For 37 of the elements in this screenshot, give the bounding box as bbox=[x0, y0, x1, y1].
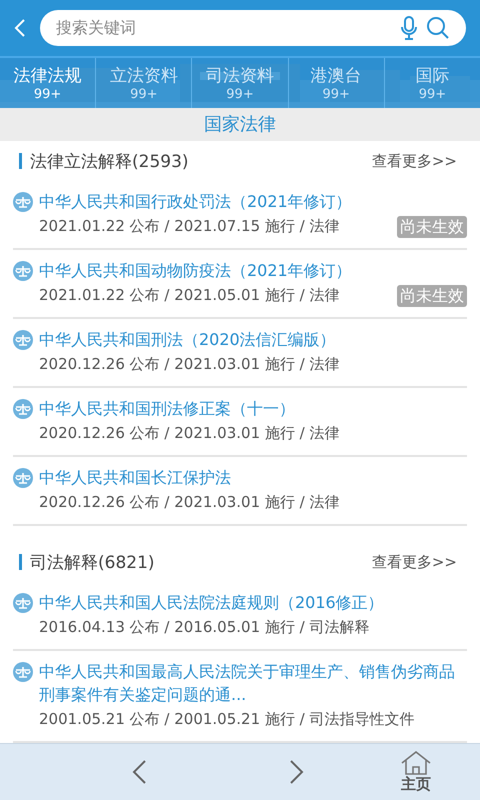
status-badge: 尚未生效 bbox=[397, 216, 467, 238]
scales-icon bbox=[13, 662, 33, 682]
scales-icon bbox=[13, 593, 33, 614]
scales-icon bbox=[13, 261, 33, 282]
search-icon[interactable] bbox=[426, 16, 450, 40]
law-title-link[interactable]: 中华人民共和国行政处罚法（2021年修订） bbox=[39, 190, 467, 214]
home-icon bbox=[400, 750, 432, 775]
law-title-link[interactable]: 中华人民共和国动物防疫法（2021年修订） bbox=[39, 259, 467, 282]
status-badge: 尚未生效 bbox=[397, 284, 467, 307]
law-meta: 2021.01.22 公布 / 2021.05.01 施行 / 法律 bbox=[39, 285, 340, 306]
law-meta: 2001.05.21 公布 / 2001.05.21 施行 / 司法指导性文件 bbox=[39, 709, 414, 730]
microphone-icon[interactable] bbox=[400, 14, 418, 41]
category-title: 国家法律 bbox=[204, 113, 276, 136]
scales-icon bbox=[13, 468, 33, 488]
law-meta: 2021.01.22 公布 / 2021.07.15 施行 / 法律 bbox=[39, 216, 340, 238]
law-title-link[interactable]: 中华人民共和国刑法修正案（十一） bbox=[39, 397, 467, 420]
category-tab[interactable]: 法律法规 99+ bbox=[0, 58, 96, 108]
see-more-link[interactable]: 查看更多>> bbox=[372, 552, 457, 572]
scales-icon bbox=[13, 330, 33, 350]
section-title: 法律立法解释(2593) bbox=[30, 150, 190, 173]
previous-icon[interactable] bbox=[131, 759, 147, 786]
law-title-link[interactable]: 中华人民共和国最高人民法院关于审理生产、销售伪劣商品刑事案件有关鉴定问题的通... bbox=[39, 660, 467, 706]
law-title-link[interactable]: 中华人民共和国人民法院法庭规则（2016修正） bbox=[39, 591, 467, 614]
section-title: 司法解释(6821) bbox=[30, 552, 156, 574]
see-more-link[interactable]: 查看更多>> bbox=[372, 152, 457, 171]
home-button[interactable]: 主页 bbox=[376, 750, 456, 794]
scales-icon bbox=[13, 399, 33, 420]
law-title-link[interactable]: 中华人民共和国长江保护法 bbox=[39, 466, 467, 490]
search-field[interactable]: 搜索关键词 bbox=[40, 10, 466, 46]
law-meta: 2016.04.13 公布 / 2016.05.01 施行 / 司法解释 bbox=[39, 617, 370, 638]
back-icon[interactable] bbox=[14, 18, 26, 38]
law-meta: 2020.12.26 公布 / 2021.03.01 施行 / 法律 bbox=[39, 354, 340, 376]
scales-icon bbox=[13, 192, 33, 212]
law-meta: 2020.12.26 公布 / 2021.03.01 施行 / 法律 bbox=[39, 492, 340, 514]
law-meta: 2020.12.26 公布 / 2021.03.01 施行 / 法律 bbox=[39, 423, 340, 444]
next-icon[interactable] bbox=[289, 759, 305, 786]
law-title-link[interactable]: 中华人民共和国刑法（2020法信汇编版） bbox=[39, 328, 467, 352]
